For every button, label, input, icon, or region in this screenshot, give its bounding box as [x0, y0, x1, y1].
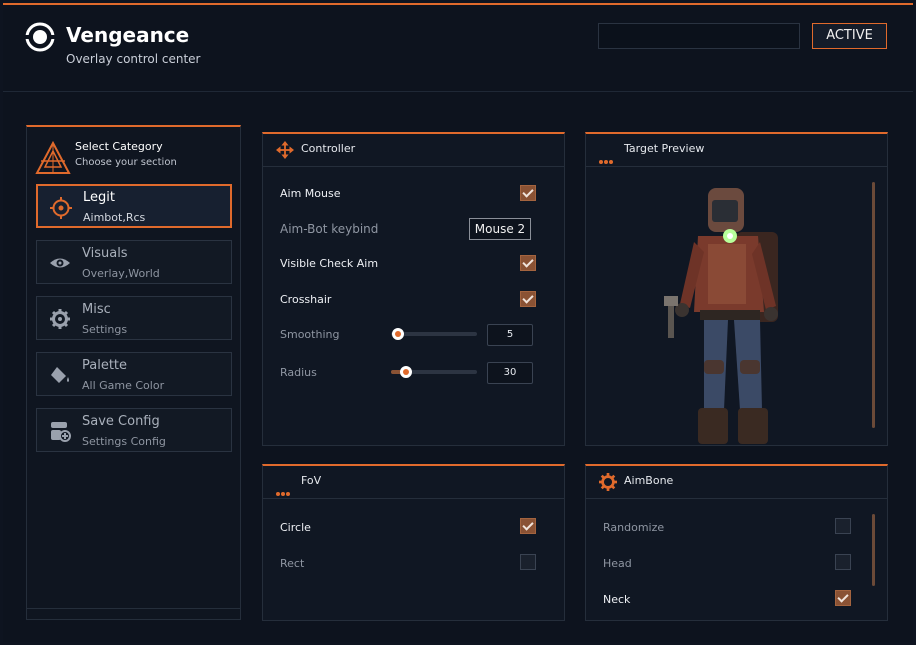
move-arrows-icon [276, 141, 294, 159]
crosshair-label: Crosshair [280, 293, 332, 306]
sidebar-divider [27, 608, 240, 609]
aimbone-randomize-label: Randomize [603, 521, 665, 534]
aimbone-neck-checkbox[interactable] [835, 590, 851, 606]
eye-icon [50, 258, 70, 268]
sidebar-item-label: Legit [83, 190, 115, 205]
header: Vengeance Overlay control center ACTIVE [3, 5, 913, 92]
dots-icon [276, 481, 291, 500]
smoothing-value[interactable]: 5 [487, 324, 533, 346]
visible-check-label: Visible Check Aim [280, 257, 379, 270]
radius-value[interactable]: 30 [487, 362, 533, 384]
controller-header: Controller [263, 134, 564, 167]
target-preview-title: Target Preview [624, 142, 705, 155]
fov-circle-checkbox[interactable] [520, 518, 536, 534]
sidebar-header: Select Category Choose your section [33, 139, 233, 175]
sidebar-item-label: Visuals [82, 246, 128, 261]
aimbone-neck-label: Neck [603, 593, 631, 606]
smoothing-slider-knob[interactable] [392, 328, 404, 340]
fov-rect-checkbox[interactable] [520, 554, 536, 570]
sidebar-subtitle: Choose your section [75, 157, 177, 168]
crosshair-icon [50, 197, 72, 219]
sidebar-item-palette[interactable]: Palette All Game Color [36, 352, 232, 396]
fov-circle-label: Circle [280, 521, 311, 534]
fov-rect-label: Rect [280, 557, 305, 570]
keybind-button[interactable]: Mouse 2 [469, 218, 531, 240]
fov-panel: FoV Circle Rect [262, 464, 565, 621]
target-preview-header: Target Preview [586, 134, 887, 167]
character-model-image [664, 188, 778, 444]
visible-check-checkbox[interactable] [520, 255, 536, 271]
fov-header: FoV [263, 466, 564, 499]
aim-mouse-checkbox[interactable] [520, 185, 536, 201]
app-subtitle: Overlay control center [66, 52, 201, 66]
gear-icon [50, 309, 70, 329]
aimbone-head-checkbox[interactable] [835, 554, 851, 570]
sidebar-title: Select Category [75, 140, 163, 153]
sidebar-item-legit[interactable]: Legit Aimbot,Rcs [36, 184, 232, 228]
preview-scrollbar[interactable] [872, 182, 875, 428]
fov-title: FoV [301, 474, 322, 487]
logo-icon [25, 22, 55, 52]
sidebar-item-label: Misc [82, 302, 111, 317]
aimbone-title: AimBone [624, 474, 674, 487]
smoothing-label: Smoothing [280, 328, 340, 341]
sidebar-item-label: Save Config [82, 414, 160, 429]
app-window: Vengeance Overlay control center ACTIVE … [3, 3, 913, 642]
sidebar-item-misc[interactable]: Misc Settings [36, 296, 232, 340]
sidebar-item-sub: Settings Config [82, 435, 166, 448]
status-button[interactable]: ACTIVE [812, 23, 887, 49]
radius-label: Radius [280, 366, 317, 379]
category-logo-icon [35, 141, 71, 174]
sidebar-item-visuals[interactable]: Visuals Overlay,World [36, 240, 232, 284]
aimbone-randomize-checkbox[interactable] [835, 518, 851, 534]
target-preview-panel: Target Preview [585, 132, 888, 446]
aimbone-scrollbar[interactable] [872, 514, 875, 586]
sidebar-item-sub: Settings [82, 323, 128, 336]
keybind-label: Aim-Bot keybind [280, 222, 379, 236]
sidebar-item-label: Palette [82, 358, 128, 373]
crosshair-checkbox[interactable] [520, 291, 536, 307]
gear-icon [599, 473, 617, 491]
save-config-icon [51, 422, 71, 442]
sidebar-item-save-config[interactable]: Save Config Settings Config [36, 408, 232, 452]
sidebar-item-sub: Aimbot,Rcs [83, 211, 146, 224]
app-title: Vengeance [66, 23, 190, 47]
sidebar: Select Category Choose your section Legi… [26, 125, 241, 620]
aimbone-panel: AimBone Randomize Head Neck [585, 464, 888, 621]
radius-slider-knob[interactable] [400, 366, 412, 378]
dots-icon [599, 149, 614, 168]
aim-mouse-label: Aim Mouse [280, 187, 341, 200]
sidebar-item-sub: Overlay,World [82, 267, 160, 280]
aimbone-head-label: Head [603, 557, 632, 570]
sidebar-item-sub: All Game Color [82, 379, 165, 392]
controller-title: Controller [301, 142, 356, 155]
aimbone-header: AimBone [586, 466, 887, 499]
controller-panel: Controller Aim Mouse Aim-Bot keybind Mou… [262, 132, 565, 446]
paint-bucket-icon [51, 367, 69, 383]
header-input[interactable] [598, 23, 800, 49]
